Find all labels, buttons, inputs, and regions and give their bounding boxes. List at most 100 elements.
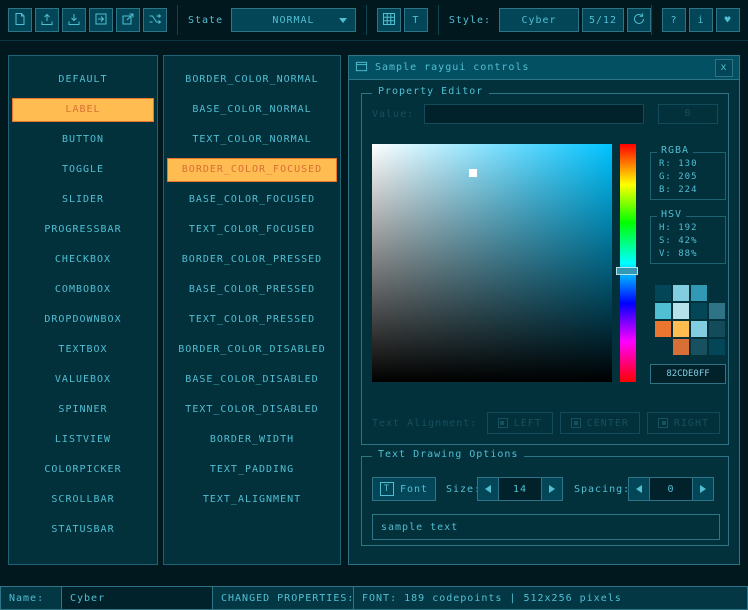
control-item-progressbar[interactable]: PROGRESSBAR [12, 218, 154, 242]
triangle-right-icon [700, 485, 706, 493]
control-item-button[interactable]: BUTTON [12, 128, 154, 152]
property-item-border_color_focused[interactable]: BORDER_COLOR_FOCUSED [167, 158, 337, 182]
property-item-text_padding[interactable]: TEXT_PADDING [167, 458, 337, 482]
control-item-spinner[interactable]: SPINNER [12, 398, 154, 422]
font-button[interactable]: T Font [372, 477, 436, 501]
spacing-spinner: 0 [628, 477, 714, 501]
random-style-button[interactable] [143, 8, 167, 32]
align-left-button: LEFT [487, 412, 553, 434]
triangle-right-icon [549, 485, 555, 493]
palette-swatch-10[interactable] [690, 320, 708, 338]
file-buttons [8, 8, 167, 32]
close-button[interactable]: x [715, 59, 733, 77]
control-item-statusbar[interactable]: STATUSBAR [12, 518, 154, 542]
palette-swatch-1[interactable] [672, 284, 690, 302]
property-item-text_color_pressed[interactable]: TEXT_COLOR_PRESSED [167, 308, 337, 332]
reload-style-button[interactable] [627, 8, 651, 32]
property-item-border_width[interactable]: BORDER_WIDTH [167, 428, 337, 452]
new-file-button[interactable] [8, 8, 32, 32]
spacing-value[interactable]: 0 [650, 477, 692, 501]
import-style-button[interactable] [89, 8, 113, 32]
style-counter-button[interactable]: 5/12 [582, 8, 624, 32]
text-alignment-buttons: LEFTCENTERRIGHT [487, 412, 720, 434]
property-item-text_alignment[interactable]: TEXT_ALIGNMENT [167, 488, 337, 512]
property-item-border_color_disabled[interactable]: BORDER_COLOR_DISABLED [167, 338, 337, 362]
palette-swatch-12[interactable] [654, 338, 672, 356]
palette-swatch-7[interactable] [708, 302, 726, 320]
reload-icon [632, 12, 646, 29]
palette-swatch-13[interactable] [672, 338, 690, 356]
palette-swatch-8[interactable] [654, 320, 672, 338]
align-right-button: RIGHT [647, 412, 720, 434]
palette-swatch-2[interactable] [690, 284, 708, 302]
open-file-button[interactable] [35, 8, 59, 32]
property-item-base_color_focused[interactable]: BASE_COLOR_FOCUSED [167, 188, 337, 212]
style-name-textbox[interactable]: Cyber [61, 586, 213, 610]
control-item-default[interactable]: DEFAULT [12, 68, 154, 92]
palette-swatch-0[interactable] [654, 284, 672, 302]
control-item-checkbox[interactable]: CHECKBOX [12, 248, 154, 272]
palette-swatch-4[interactable] [654, 302, 672, 320]
size-decrement-button[interactable] [477, 477, 499, 501]
font-button-label: Font [400, 484, 428, 495]
property-item-border_color_pressed[interactable]: BORDER_COLOR_PRESSED [167, 248, 337, 272]
control-item-slider[interactable]: SLIDER [12, 188, 154, 212]
control-item-dropdownbox[interactable]: DROPDOWNBOX [12, 308, 154, 332]
palette-swatch-9[interactable] [672, 320, 690, 338]
spacing-decrement-button[interactable] [628, 477, 650, 501]
control-item-listview[interactable]: LISTVIEW [12, 428, 154, 452]
hsv-title: HSV [657, 209, 686, 220]
palette-swatch-14[interactable] [690, 338, 708, 356]
save-file-button[interactable] [62, 8, 86, 32]
palette-swatch-5[interactable] [672, 302, 690, 320]
property-item-base_color_normal[interactable]: BASE_COLOR_NORMAL [167, 98, 337, 122]
hsv-group: HSV H: 192 S: 42% V: 88% [650, 216, 726, 264]
about-button[interactable]: i [689, 8, 713, 32]
property-item-text_color_normal[interactable]: TEXT_COLOR_NORMAL [167, 128, 337, 152]
control-item-label[interactable]: LABEL [12, 98, 154, 122]
text-alignment-row: Text Alignment: LEFTCENTERRIGHT [372, 412, 720, 434]
hue-bar[interactable] [620, 144, 636, 382]
state-dropdown[interactable]: NORMAL [231, 8, 356, 32]
new-file-icon [13, 12, 27, 29]
control-item-textbox[interactable]: TEXTBOX [12, 338, 154, 362]
style-name-button[interactable]: Cyber [499, 8, 579, 32]
spacing-increment-button[interactable] [692, 477, 714, 501]
palette-swatch-15[interactable] [708, 338, 726, 356]
size-value[interactable]: 14 [499, 477, 541, 501]
property-item-text_color_focused[interactable]: TEXT_COLOR_FOCUSED [167, 218, 337, 242]
style-table-button[interactable] [377, 8, 401, 32]
state-dropdown-value: NORMAL [272, 15, 314, 26]
help-icon: ? [670, 15, 677, 26]
property-item-base_color_pressed[interactable]: BASE_COLOR_PRESSED [167, 278, 337, 302]
size-increment-button[interactable] [541, 477, 563, 501]
property-item-base_color_disabled[interactable]: BASE_COLOR_DISABLED [167, 368, 337, 392]
toolbar-divider [177, 5, 178, 35]
export-style-button[interactable] [116, 8, 140, 32]
control-item-combobox[interactable]: COMBOBOX [12, 278, 154, 302]
color-panel[interactable] [372, 144, 612, 382]
hue-slider-handle[interactable] [616, 267, 638, 275]
control-item-toggle[interactable]: TOGGLE [12, 158, 154, 182]
control-item-scrollbar[interactable]: SCROLLBAR [12, 488, 154, 512]
window-titlebar: Sample raygui controls x [349, 56, 739, 80]
random-style-icon [148, 12, 162, 29]
font-atlas-button[interactable]: T [404, 8, 428, 32]
property-item-text_color_disabled[interactable]: TEXT_COLOR_DISABLED [167, 398, 337, 422]
control-item-valuebox[interactable]: VALUEBOX [12, 368, 154, 392]
grid-icon [382, 12, 396, 29]
sponsor-button[interactable]: ♥ [716, 8, 740, 32]
property-item-border_color_normal[interactable]: BORDER_COLOR_NORMAL [167, 68, 337, 92]
help-button[interactable]: ? [662, 8, 686, 32]
palette-swatch-3[interactable] [708, 284, 726, 302]
hex-color-textbox[interactable]: 82CDE0FF [650, 364, 726, 384]
palette-swatch-11[interactable] [708, 320, 726, 338]
controls-list-panel: DEFAULT LABEL BUTTON TOGGLE SLIDER PROGRESSBA… [8, 55, 158, 565]
sample-text-textbox[interactable]: sample text [372, 514, 720, 540]
hsv-value-value: V: 88% [651, 248, 725, 261]
control-item-colorpicker[interactable]: COLORPICKER [12, 458, 154, 482]
color-cursor-icon[interactable] [469, 169, 477, 177]
palette-swatch-6[interactable] [690, 302, 708, 320]
export-style-icon [121, 12, 135, 29]
style-label: Style: [449, 15, 491, 26]
